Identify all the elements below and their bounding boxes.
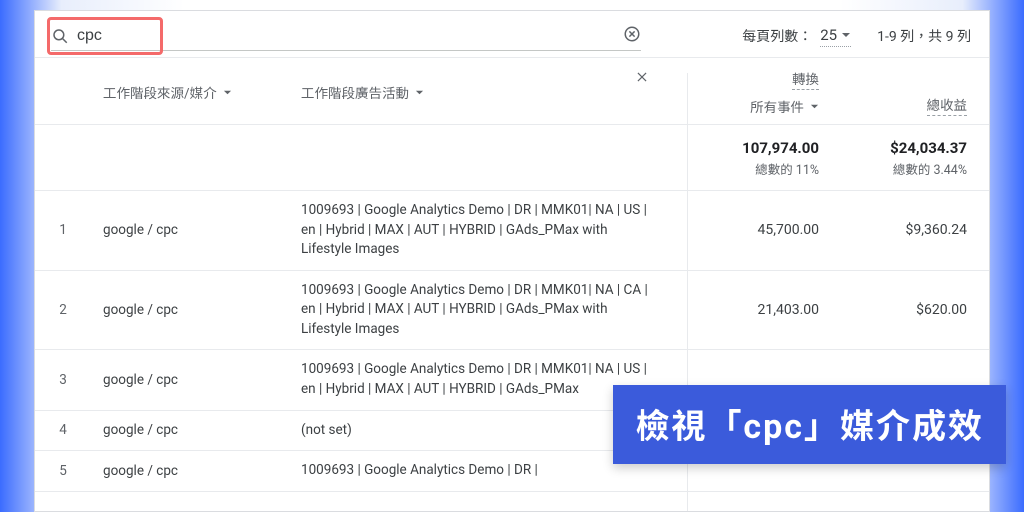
summary-revenue: $24,034.37 [839,139,967,157]
row-source: google / cpc [91,422,301,438]
rows-per-page-value: 25 [820,26,837,44]
search-icon [51,27,69,45]
rows-per-page: 每頁列數： 25 [742,26,851,47]
summary-revenue-pct: 總數的 3.44% [839,159,967,178]
row-index: 2 [35,302,91,318]
row-conversions: 21,403.00 [669,302,839,318]
row-index: 1 [35,222,91,238]
header-conversions-filter[interactable]: 所有事件 [750,96,819,116]
row-campaign: 1009693 | Google Analytics Demo | DR | M… [301,201,669,260]
annotation-overlay: 檢視「cpc」媒介成效 [613,385,1006,464]
search-box[interactable] [51,21,641,51]
close-icon [635,70,649,84]
row-revenue: $620.00 [839,302,989,318]
row-source: google / cpc [91,302,301,318]
caret-down-icon [223,88,232,97]
table-row[interactable]: 2google / cpc1009693 | Google Analytics … [35,271,989,351]
row-index: 4 [35,422,91,438]
summary-conversions-pct: 總數的 11% [669,159,819,178]
header-revenue[interactable]: 總收益 [927,94,968,116]
topbar: 每頁列數： 25 1-9 列，共 9 列 [35,11,989,57]
caret-down-icon [841,30,851,40]
clear-search-button[interactable] [623,25,641,46]
caret-down-icon [415,88,424,97]
header-campaign[interactable]: 工作階段廣告活動 [301,82,424,102]
row-index: 3 [35,372,91,388]
header-source-medium[interactable]: 工作階段來源/媒介 [103,82,232,102]
table-headers: 工作階段來源/媒介 工作階段廣告活動 轉換 所有事件 總收益 [35,57,989,125]
close-circle-icon [623,25,641,43]
row-index: 5 [35,463,91,479]
row-conversions: 45,700.00 [669,222,839,238]
row-source: google / cpc [91,372,301,388]
summary-row: 107,974.00 總數的 11% $24,034.37 總數的 3.44% [35,125,989,191]
summary-conversions: 107,974.00 [669,139,819,157]
row-revenue: $9,360.24 [839,222,989,238]
rows-per-page-label: 每頁列數： [742,26,812,46]
row-source: google / cpc [91,222,301,238]
search-input[interactable] [77,27,615,45]
row-count: 1-9 列，共 9 列 [877,26,971,46]
row-campaign: 1009693 | Google Analytics Demo | DR | M… [301,281,669,340]
remove-dimension-button[interactable] [635,70,649,88]
table-row[interactable]: 1google / cpc1009693 | Google Analytics … [35,191,989,271]
row-source: google / cpc [91,463,301,479]
caret-down-icon [810,102,819,111]
rows-per-page-select[interactable]: 25 [820,26,851,47]
header-conversions[interactable]: 轉換 [792,68,819,90]
